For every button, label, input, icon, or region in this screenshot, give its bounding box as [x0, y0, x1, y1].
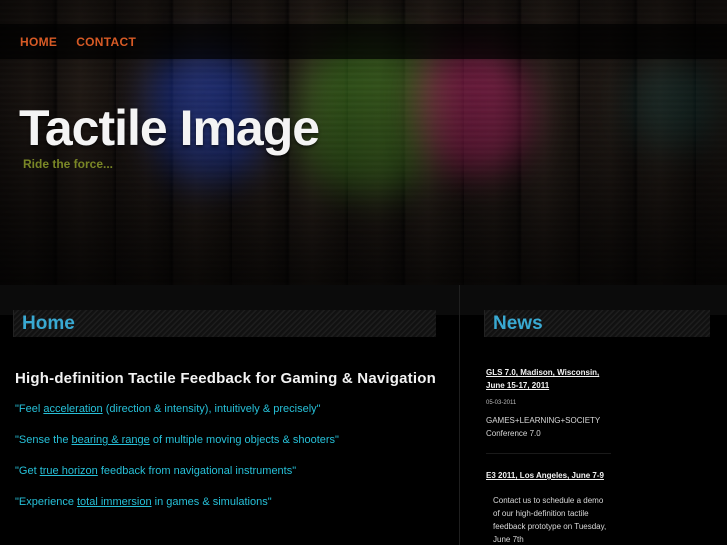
quote-suffix: of multiple moving objects & shooters"	[149, 434, 339, 446]
quote-link-total-immersion[interactable]: total immersion	[77, 496, 152, 508]
news-section-title: News	[493, 313, 543, 334]
news-column: GLS 7.0, Madison, Wisconsin, June 15-17,…	[486, 366, 611, 545]
news-item-title[interactable]: GLS 7.0, Madison, Wisconsin, June 15-17,…	[486, 366, 611, 392]
quote-link-bearing-range[interactable]: bearing & range	[72, 434, 150, 446]
news-item-text: GAMES+LEARNING+SOCIETY Conference 7.0	[486, 416, 601, 438]
column-divider	[459, 285, 460, 545]
site-tagline: Ride the force...	[23, 157, 114, 171]
news-section-header: News	[484, 310, 710, 337]
quote-prefix: "Experience	[15, 496, 77, 508]
home-section-title: Home	[22, 313, 75, 334]
news-item-date: 05-03-2011	[486, 400, 517, 406]
quote-suffix: feedback from navigational instruments"	[97, 465, 297, 477]
quote-suffix: in games & simulations"	[151, 496, 272, 508]
quote-prefix: "Feel	[15, 403, 44, 415]
nav-home-link[interactable]: HOME	[20, 35, 57, 49]
news-item-title[interactable]: E3 2011, Los Angeles, June 7-9	[486, 469, 611, 482]
quote-item: "Sense the bearing & range of multiple m…	[15, 434, 445, 447]
main-heading: High-definition Tactile Feedback for Gam…	[15, 370, 436, 387]
site-title: Tactile Image	[19, 100, 320, 156]
quote-link-true-horizon[interactable]: true horizon	[40, 465, 98, 477]
main-column: High-definition Tactile Feedback for Gam…	[15, 370, 445, 527]
quote-link-acceleration[interactable]: acceleration	[43, 403, 102, 415]
quote-prefix: "Get	[15, 465, 40, 477]
home-section-header: Home	[13, 310, 436, 337]
news-item-text: Contact us to schedule a demo of our hig…	[493, 496, 607, 544]
quote-item: "Get true horizon feedback from navigati…	[15, 465, 445, 478]
news-separator	[486, 440, 611, 454]
quote-item: "Feel acceleration (direction & intensit…	[15, 403, 445, 416]
quote-suffix: (direction & intensity), intuitively & p…	[102, 403, 321, 415]
nav-contact-link[interactable]: CONTACT	[76, 35, 136, 49]
quote-item: "Experience total immersion in games & s…	[15, 496, 445, 509]
top-nav: HOME CONTACT	[0, 24, 727, 59]
quote-prefix: "Sense the	[15, 434, 72, 446]
